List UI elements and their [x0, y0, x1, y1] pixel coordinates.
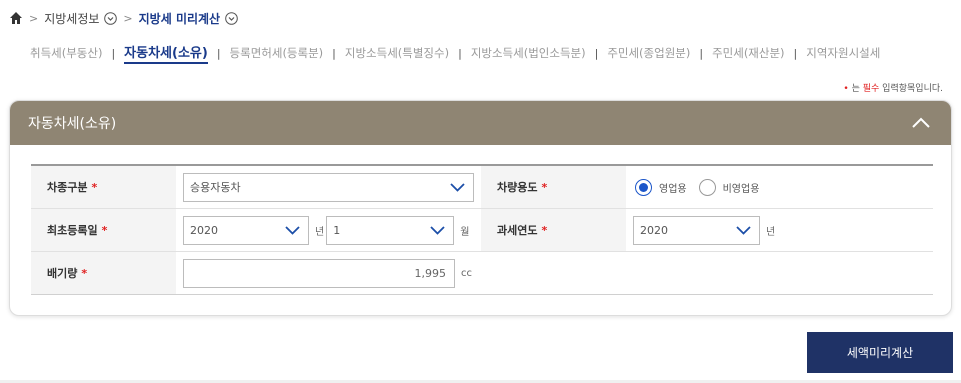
tab-registration-tax[interactable]: 등록면허세(등록분): [230, 45, 324, 61]
displacement-input[interactable]: 1,995: [183, 258, 455, 288]
chevron-down-icon: [736, 225, 751, 235]
tax-year-label: 과세연도 *: [481, 209, 626, 251]
chevron-up-icon[interactable]: [911, 116, 931, 130]
tab-regional-resource-tax[interactable]: 지역자원시설세: [806, 45, 880, 61]
registration-year-select[interactable]: 2020: [183, 215, 309, 245]
tab-separator: |: [111, 46, 116, 60]
tab-income-tax-withholding[interactable]: 지방소득세(특별징수): [345, 45, 449, 61]
radio-commercial[interactable]: 영업용: [635, 178, 687, 196]
tab-resident-tax-property[interactable]: 주민세(재산분): [712, 45, 784, 61]
chevron-down-circle-icon[interactable]: [104, 11, 118, 25]
tab-separator: |: [594, 46, 599, 60]
tab-resident-tax-employee[interactable]: 주민세(종업원분): [607, 45, 690, 61]
displacement-unit: cc: [461, 267, 472, 279]
vehicle-type-select[interactable]: 승용자동차: [183, 172, 474, 202]
month-unit: 월: [460, 226, 470, 238]
displacement-label: 배기량 *: [31, 252, 176, 294]
required-mark: *: [541, 180, 548, 194]
registration-month-select[interactable]: 1: [326, 215, 455, 245]
breadcrumb: > 지방세정보 > 지방세 미리계산: [9, 8, 238, 28]
tab-separator: |: [216, 46, 221, 60]
tax-tabs: 취득세(부동산) | 자동차세(소유) | 등록면허세(등록분) | 지방소득세…: [30, 42, 880, 64]
vehicle-tax-panel: 자동차세(소유) 차종구분 * 승용자동차 차량용도 * 영업용 비영업용 최초…: [9, 100, 952, 316]
tax-year-unit: 년: [766, 226, 776, 238]
breadcrumb-separator-icon: >: [123, 11, 133, 25]
chevron-down-icon: [285, 225, 300, 235]
breadcrumb-item-precalc[interactable]: 지방세 미리계산: [139, 10, 220, 27]
tab-income-tax-corporate[interactable]: 지방소득세(법인소득분): [471, 45, 586, 61]
panel-header[interactable]: 자동차세(소유): [10, 101, 951, 145]
radio-noncommercial[interactable]: 비영업용: [698, 178, 759, 196]
form-row: 차종구분 * 승용자동차 차량용도 * 영업용 비영업용: [31, 166, 933, 209]
breadcrumb-separator-icon: >: [29, 11, 39, 25]
tab-separator: |: [793, 46, 798, 60]
tab-separator: |: [458, 46, 462, 60]
vehicle-type-label: 차종구분 *: [31, 166, 176, 208]
tab-separator: |: [332, 46, 336, 60]
required-mark: *: [91, 180, 98, 194]
tab-separator: |: [699, 46, 704, 60]
note-suffix: 입력항목입니다.: [879, 84, 943, 94]
required-mark: *: [101, 223, 108, 237]
breadcrumb-item-tax-info[interactable]: 지방세정보: [44, 10, 99, 27]
required-mark: *: [541, 223, 548, 237]
home-icon[interactable]: [9, 11, 23, 25]
chevron-down-circle-icon[interactable]: [225, 11, 238, 25]
radio-unchecked-icon[interactable]: [698, 178, 716, 196]
year-unit: 년: [315, 226, 325, 238]
chevron-down-icon: [430, 225, 445, 235]
first-registration-label: 최초등록일 *: [31, 209, 176, 251]
tab-vehicle-tax[interactable]: 자동차세(소유): [124, 42, 208, 64]
note-prefix: 는: [848, 84, 863, 94]
vehicle-tax-form: 차종구분 * 승용자동차 차량용도 * 영업용 비영업용 최초등록일 * 202…: [31, 164, 933, 295]
required-note: • 는 필수 입력항목입니다.: [843, 81, 943, 94]
note-required-word: 필수: [862, 84, 880, 94]
tab-acquisition-tax[interactable]: 취득세(부동산): [30, 45, 102, 61]
chevron-down-icon: [450, 182, 465, 192]
calculate-tax-button[interactable]: 세액미리계산: [807, 332, 953, 373]
radio-checked-icon[interactable]: [635, 178, 652, 196]
panel-title: 자동차세(소유): [28, 116, 117, 132]
required-mark: *: [81, 266, 88, 280]
form-row: 최초등록일 * 2020 년 1 월 과세연도 * 2020 년: [31, 209, 933, 252]
form-row: 배기량 * 1,995 cc: [31, 252, 933, 295]
tax-year-select[interactable]: 2020: [633, 215, 760, 245]
vehicle-use-label: 차량용도 *: [481, 166, 626, 208]
